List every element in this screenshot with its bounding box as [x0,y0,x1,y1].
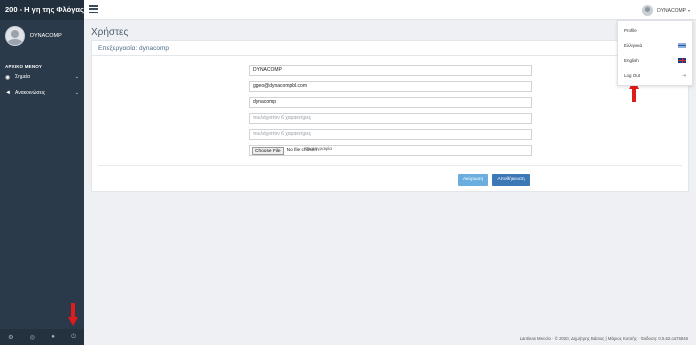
form-row-fullname: Ονοματεπώνυμο * DYNACOMP [92,65,688,76]
panel-title: Επεξεργασία: dynacomp [92,41,688,56]
form-row-photo: Φωτογραφία Choose File No file chosen [92,145,688,156]
brand-title[interactable]: 200 - Η γη της Φλόγας [0,0,84,20]
chevron-down-icon: ⌄ [74,74,79,80]
page-footer: Lantinas Mecolo · © 2020, Δημήτρης Βάσιο… [519,336,688,341]
file-status: No file chosen [286,148,318,153]
menu-item-label: English [624,58,639,63]
password-confirm-input[interactable]: τουλάχιστον 6 χαρακτήρες [249,129,532,140]
menu-item-label: Profile [624,28,637,33]
sidebar-item-points[interactable]: ◉ Σημεία ⌄ [0,69,84,85]
gear-icon[interactable]: ⚙ [8,334,13,341]
menu-item-label: Log Out [624,73,641,78]
sidebar-user-name: DYNACOMP [30,33,62,39]
sidebar-footer: ⚙ ◎ ● ⏻ [0,329,84,345]
sidebar-item-label: Ανακοινώσεις [15,90,46,96]
edit-panel: Επεξεργασία: dynacomp Ονοματεπώνυμο * DY… [91,40,689,192]
sidebar: 200 - Η γη της Φλόγας DYNACOMP ΑΡΧΙΚΟ ΜΕ… [0,0,84,345]
sidebar-item-label: Σημεία [15,74,30,80]
username-input[interactable]: dynacomp [249,97,532,108]
password-input[interactable]: τουλάχιστον 6 χαρακτήρες [249,113,532,124]
sidebar-item-announcements[interactable]: ◄ Ανακοινώσεις ⌄ [0,85,84,101]
info-icon[interactable]: ● [51,334,55,340]
user-menu-button[interactable]: DYNACOMP ▾ [642,2,690,19]
user-dropdown: Profile Ελληνικά English Log Out ⇥ [617,20,693,86]
save-button[interactable]: Αποθήκευση [492,174,530,186]
logout-icon: ⇥ [681,72,686,79]
globe-icon[interactable]: ◎ [30,334,35,341]
menu-toggle-icon[interactable] [89,5,98,14]
top-bar: DYNACOMP ▾ [84,0,696,20]
topbar-user-name: DYNACOMP [657,7,686,14]
form-row-password: Συνθηματικό χρήστη τουλάχιστον 6 χαρακτή… [92,113,688,124]
form-row-email: Ηλ. διεύθυνση * ggeo@dynacompbl.com [92,81,688,92]
greek-flag-icon [678,43,686,48]
page-title: Χρήστες [91,27,129,38]
uk-flag-icon [678,58,686,63]
photo-file-input[interactable]: Choose File No file chosen [249,145,532,156]
email-input[interactable]: ggeo@dynacompbl.com [249,81,532,92]
sidebar-section-label: ΑΡΧΙΚΟ ΜΕΝΟΥ [5,64,43,69]
menu-item-label: Ελληνικά [624,43,643,48]
divider [98,165,682,166]
caret-down-icon: ▾ [687,8,690,13]
annotation-arrow-down [68,303,78,326]
chevron-down-icon: ⌄ [74,90,79,96]
avatar [642,5,654,16]
form-row-username: Όνομα χρήστη * dynacomp [92,97,688,108]
power-icon[interactable]: ⏻ [71,334,76,341]
fullname-input[interactable]: DYNACOMP [249,65,532,76]
menu-item-english[interactable]: English [618,53,692,68]
map-marker-icon: ◉ [5,74,11,81]
megaphone-icon: ◄ [5,90,11,96]
sidebar-user: DYNACOMP [0,20,84,52]
choose-file-button[interactable]: Choose File [252,146,284,155]
form-row-password-confirm: Επιβεβαίωση συνθηματικού χρήστη τουλάχισ… [92,129,688,140]
cancel-button[interactable]: Ακύρωση [458,174,488,186]
avatar [5,26,25,46]
menu-item-greek[interactable]: Ελληνικά [618,38,692,53]
menu-item-logout[interactable]: Log Out ⇥ [618,68,692,83]
menu-item-profile[interactable]: Profile [618,23,692,38]
